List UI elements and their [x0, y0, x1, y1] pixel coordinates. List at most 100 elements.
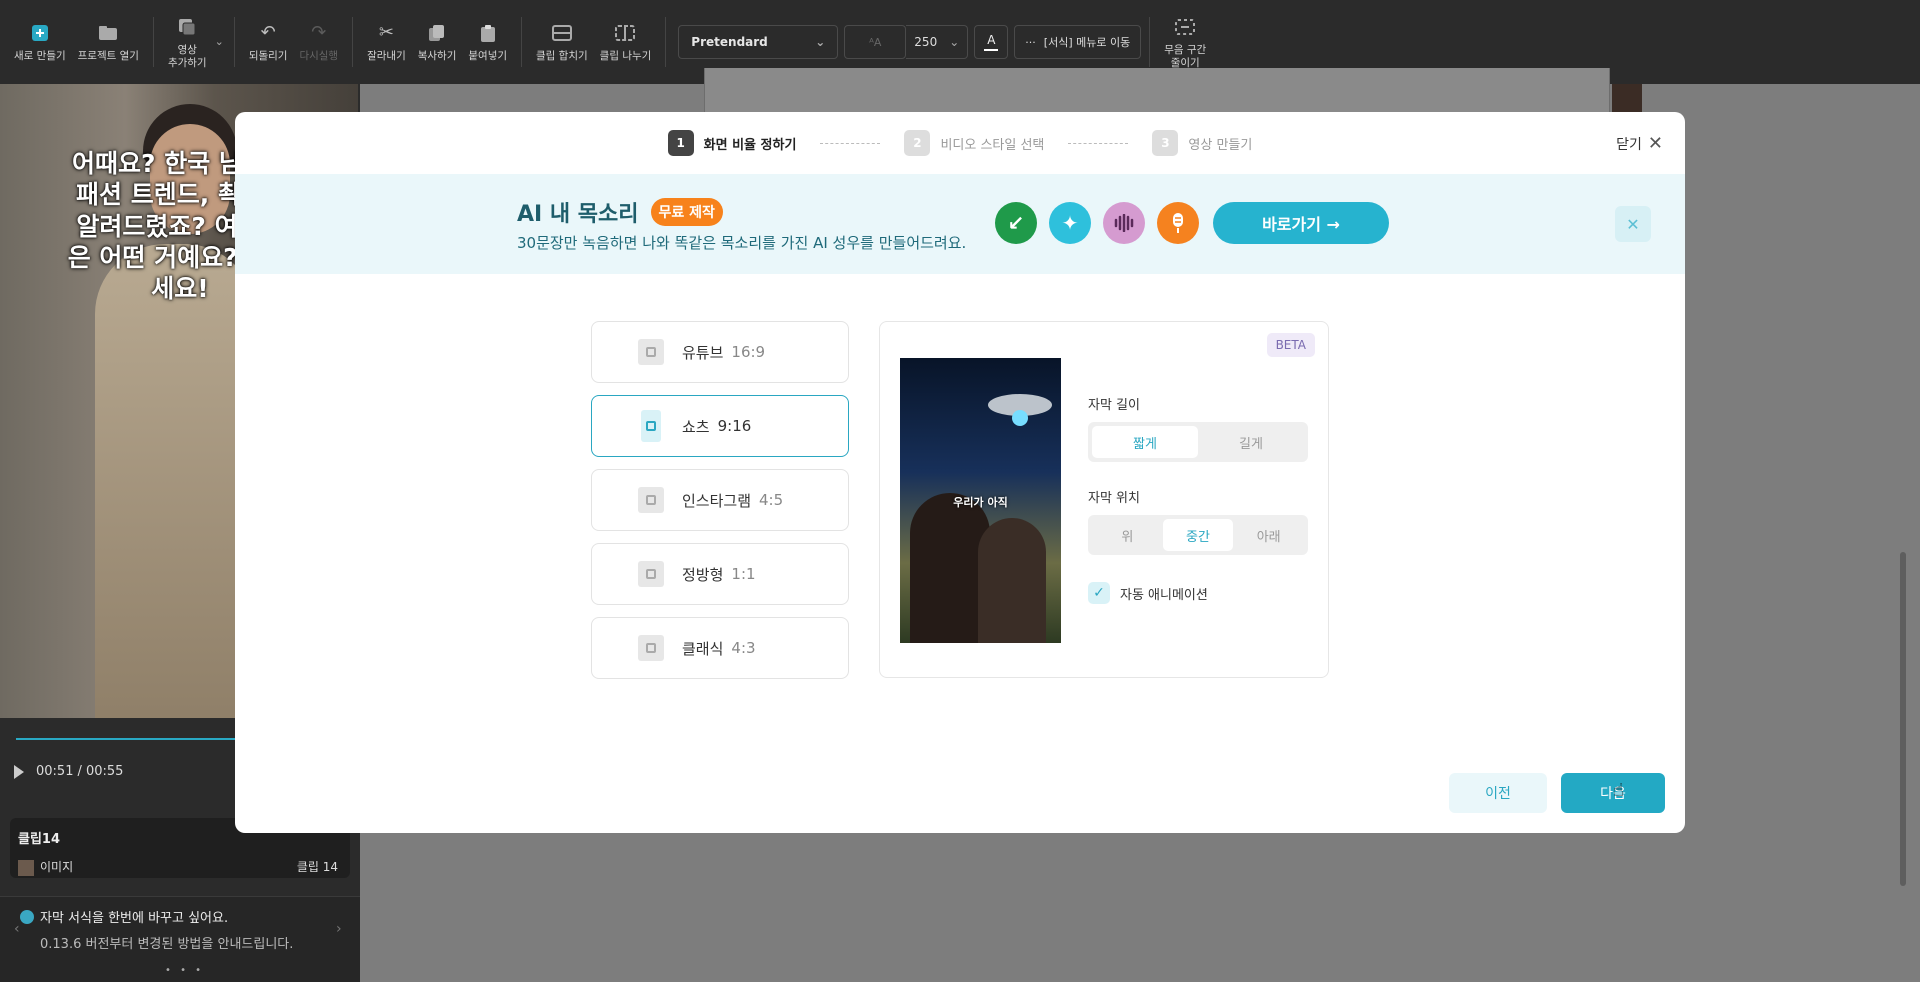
text-color-button[interactable]: A [974, 25, 1009, 59]
toolbar-divider [152, 17, 154, 67]
free-badge: 무료 제작 [650, 198, 723, 226]
new-project-button[interactable]: 새로 만들기 [8, 0, 72, 84]
split-clip-button[interactable]: 클립 나누기 [594, 0, 658, 84]
chevron-left-icon[interactable]: ‹ [14, 921, 20, 937]
auto-animation-label: 자동 애니메이션 [1120, 587, 1208, 603]
paste-button[interactable]: 붙여넣기 [462, 0, 513, 84]
subtitle-length-label: 자막 길이 [1088, 398, 1140, 413]
ratio-name: 유튜브 [682, 343, 724, 362]
tip-subtitle: 0.13.6 버전부터 변경된 방법을 안내드립니다. [40, 937, 294, 952]
scrollbar[interactable] [1900, 552, 1906, 886]
banner-title: AI 내 목소리 무료 제작 [517, 196, 723, 228]
instagram-icon [638, 487, 664, 513]
step-1-label: 화면 비율 정하기 [703, 137, 797, 153]
format-menu-label: [서식] 메뉴로 이동 [1043, 36, 1131, 49]
ratio-option-classic[interactable]: 클래식 4:3 [591, 617, 849, 679]
banner-subtitle: 30문장만 녹음하면 나와 똑같은 목소리를 가진 AI 성우를 만들어드려요. [517, 234, 967, 252]
step-divider [820, 142, 881, 144]
text-color-letter: A [987, 33, 996, 47]
ratio-name: 클래식 [682, 639, 724, 658]
go-to-ai-voice-button[interactable]: 바로가기 → [1213, 202, 1389, 244]
current-time: 00:51 [36, 764, 74, 779]
font-family-select[interactable]: Pretendard ⌄ [678, 25, 839, 59]
clip-name: 클립 14 [296, 860, 338, 875]
reduce-silence-label-1: 무음 구간 [1164, 43, 1207, 56]
ratio-option-instagram[interactable]: 인스타그램 4:5 [591, 469, 849, 531]
banner-icons: ↙ ✦ [995, 202, 1211, 244]
close-icon: ✕ [1626, 214, 1640, 234]
chevron-down-icon: ⌄ [214, 35, 224, 49]
microphone-icon [1157, 202, 1199, 244]
playback-controls: 00:51 / 00:55 1x [14, 764, 255, 779]
checkmark-icon: ✓ [1088, 582, 1110, 604]
font-size-select[interactable]: 250 ⌄ [906, 25, 969, 59]
position-bottom-option[interactable]: 아래 [1233, 519, 1304, 551]
ratio-list: 유튜브 16:9 쇼츠 9:16 인스타그램 4:5 정방형 1:1 클래식 4:3 [591, 321, 849, 691]
undo-button[interactable]: ↶ 되돌리기 [243, 0, 294, 84]
tip-pagination[interactable]: • • • [165, 965, 204, 976]
chevron-down-icon: ⌄ [949, 35, 960, 49]
redo-label: 다시실행 [299, 50, 339, 63]
add-video-button[interactable]: 영상 추가하기 [162, 0, 213, 84]
toolbar-divider [521, 17, 523, 67]
position-top-option[interactable]: 위 [1092, 519, 1163, 551]
text-color-swatch [984, 49, 999, 51]
ratio-value: 4:3 [731, 639, 756, 657]
length-long-option[interactable]: 길게 [1198, 426, 1304, 458]
merge-clip-label: 클립 합치기 [536, 50, 588, 63]
merge-clip-button[interactable]: 클립 합치기 [530, 0, 594, 84]
position-middle-option[interactable]: 중간 [1162, 519, 1234, 551]
silence-cut-icon [1173, 15, 1197, 39]
cut-button[interactable]: ✂ 잘라내기 [361, 0, 412, 84]
editor-background-strip [704, 68, 1610, 112]
child-figure [978, 518, 1046, 643]
split-clip-label: 클립 나누기 [599, 50, 652, 63]
font-size-value: 250 [914, 35, 938, 49]
add-video-label-2: 추가하기 [167, 56, 207, 69]
paste-label: 붙여넣기 [468, 50, 508, 63]
subtitle-length-toggle: 짧게 길게 [1088, 422, 1308, 462]
arrow-diagonal-icon: ↙ [995, 202, 1037, 244]
toolbar-divider [233, 17, 235, 67]
close-icon: ✕ [1647, 133, 1663, 154]
scissors-icon: ✂ [378, 22, 394, 44]
ratio-value: 16:9 [731, 343, 766, 361]
chevron-right-icon[interactable]: › [336, 921, 342, 937]
create-video-modal: 1 화면 비율 정하기 2 비디오 스타일 선택 3 영상 만들기 닫기 ✕ AI 내… [235, 112, 1685, 833]
preview-subtitle: 우리가 아직 [953, 496, 1008, 509]
ratio-option-youtube[interactable]: 유튜브 16:9 [591, 321, 849, 383]
step-2: 2 비디오 스타일 선택 [904, 130, 1044, 156]
auto-animation-checkbox[interactable]: ✓ 자동 애니메이션 [1088, 582, 1208, 604]
clip-type: 이미지 [40, 860, 74, 874]
font-size-icon-box: ᴬA [844, 25, 907, 59]
copy-button[interactable]: 복사하기 [412, 0, 463, 84]
ratio-option-square[interactable]: 정방형 1:1 [591, 543, 849, 605]
banner-close-button[interactable]: ✕ [1615, 206, 1651, 242]
youtube-icon [638, 339, 664, 365]
clip-row[interactable]: 이미지 클립 14 [18, 858, 338, 876]
clip-title: 클립14 [18, 832, 61, 847]
folder-icon [96, 21, 120, 45]
clip-thumbnail [18, 859, 34, 876]
tip-title-text: 자막 서식을 한번에 바꾸고 싶어요. [40, 911, 229, 926]
previous-button[interactable]: 이전 [1449, 773, 1547, 813]
square-icon [638, 561, 664, 587]
modal-close-label: 닫기 [1616, 136, 1642, 153]
step-3: 3 영상 만들기 [1152, 130, 1252, 156]
redo-button[interactable]: ↷ 다시실행 [293, 0, 344, 84]
cut-label: 잘라내기 [367, 50, 406, 63]
length-short-option[interactable]: 짧게 [1092, 426, 1198, 458]
add-video-dropdown[interactable]: ⌄ [213, 0, 226, 84]
ratio-option-shorts[interactable]: 쇼츠 9:16 [591, 395, 849, 457]
format-menu-button[interactable]: ··· [서식] 메뉴로 이동 [1014, 25, 1142, 59]
play-icon[interactable] [14, 764, 24, 779]
modal-close-button[interactable]: 닫기 ✕ [1616, 133, 1663, 154]
step-1: 1 화면 비율 정하기 [667, 130, 797, 156]
step-3-label: 영상 만들기 [1188, 137, 1253, 153]
step-1-number: 1 [667, 130, 694, 156]
add-video-icon [175, 15, 199, 39]
ratio-value: 4:5 [759, 491, 784, 509]
chevron-down-icon: ⌄ [815, 35, 826, 49]
merge-icon [550, 21, 574, 45]
open-project-button[interactable]: 프로젝트 열기 [72, 0, 145, 84]
